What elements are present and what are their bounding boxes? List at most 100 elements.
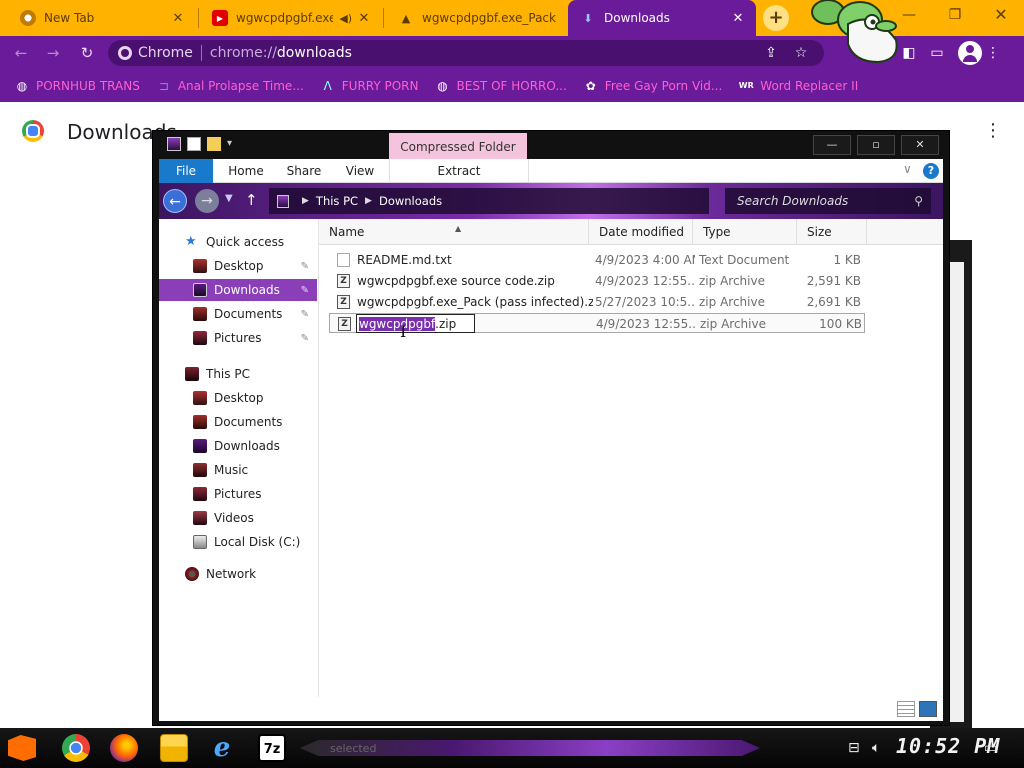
speaker-icon[interactable]: ◀) [339,12,352,25]
table-row[interactable]: README.md.txt 4/9/2023 4:00 AM Text Docu… [329,250,865,270]
nav-pc-documents[interactable]: Documents [159,411,317,433]
nav-pc-videos[interactable]: Videos [159,507,317,529]
large-icons-view-icon[interactable] [919,701,937,717]
forward-arrow-icon[interactable]: → [195,189,219,213]
tab-downloads[interactable]: ⬇ Downloads ✕ [568,0,756,36]
network-tray-icon[interactable]: ⊟ [848,740,860,756]
up-arrow-icon[interactable]: ↑ [245,191,258,209]
chrome-taskbar-icon[interactable] [62,734,90,762]
omnibox[interactable]: Chrome chrome:// downloads [108,40,824,66]
start-button[interactable] [8,735,36,761]
file-date: 4/9/2023 12:55... [596,317,696,331]
properties-icon[interactable] [187,137,201,151]
side-panel-icon[interactable]: ▭ [926,42,948,64]
firefox-taskbar-icon[interactable] [110,734,138,762]
window-close-icon[interactable]: ✕ [901,135,939,155]
new-tab-button[interactable]: + [763,5,789,31]
column-header-date[interactable]: Date modified [589,219,693,245]
column-header-name[interactable]: Name ▲ [319,219,589,245]
tab-view[interactable]: View [335,159,385,183]
recent-locations-icon[interactable]: ▼ [225,193,233,204]
nav-pc-pictures[interactable]: Pictures [159,483,317,505]
pin-icon[interactable]: ✎ [301,261,309,272]
forward-arrow-icon[interactable]: → [42,42,64,64]
chevron-down-icon[interactable]: ∨ [903,162,912,176]
breadcrumb-downloads[interactable]: Downloads [379,194,442,208]
pin-icon[interactable]: ✎ [301,285,309,296]
nav-network[interactable]: Network [159,563,317,585]
table-row[interactable]: Z wgwcpdpgbf.exe_Pack (pass infected).zi… [329,292,865,312]
back-arrow-icon[interactable]: ← [10,42,32,64]
bookmark-item[interactable]: ◍ BEST OF HORRO... [435,78,567,94]
breadcrumb-this-pc[interactable]: This PC [316,194,358,208]
nav-quick-pictures[interactable]: Pictures ✎ [159,327,317,349]
notifications-icon[interactable]: ▭ [984,740,997,756]
profile-avatar[interactable] [958,41,982,65]
details-view-icon[interactable] [897,701,915,717]
bookmark-label: Word Replacer II [760,79,859,93]
file-date: 4/9/2023 12:55... [595,274,695,288]
text-cursor-icon: I [400,322,407,341]
tab-title: New Tab [44,11,95,25]
volume-icon[interactable]: 🔈︎ [872,740,880,756]
help-icon[interactable]: ? [923,163,939,179]
search-icon[interactable]: ⚲ [914,188,923,214]
compressed-folder-tools-tab[interactable]: Compressed Folder Tools [389,133,527,182]
maximize-icon[interactable]: ❐ [932,0,978,30]
close-icon[interactable]: ✕ [730,11,746,26]
bookmark-item[interactable]: Λ FURRY PORN [320,78,419,94]
new-folder-icon[interactable] [207,137,221,151]
ribbon: File Home Share View Extract ∨ ? [159,159,943,183]
tab-share[interactable]: Share [279,159,329,183]
downloads-folder-icon[interactable] [167,137,181,151]
column-header-type[interactable]: Type [693,219,797,245]
rename-input[interactable]: wgwcpdpgbf .zip [356,314,476,333]
close-icon[interactable]: ✕ [170,11,186,26]
bookmark-item[interactable]: ⊐ Anal Prolapse Time... [156,78,304,94]
desktop-folder-icon [193,259,207,273]
bookmark-label: BEST OF HORRO... [456,79,567,93]
nav-pc-downloads[interactable]: Downloads [159,435,317,457]
tab-home[interactable]: Home [221,159,271,183]
minimize-icon[interactable]: — [813,135,851,155]
window-close-icon[interactable]: ✕ [978,0,1024,30]
nav-quick-documents[interactable]: Documents ✎ [159,303,317,325]
bookmark-item[interactable]: ✿ Free Gay Porn Vid... [583,78,723,94]
tab-new-tab[interactable]: New Tab ✕ [8,0,196,36]
menu-kebab-icon[interactable]: ⋮ [982,42,1004,64]
documents-folder-icon [193,307,207,321]
nav-quick-downloads[interactable]: Downloads ✎ [159,279,317,301]
table-row[interactable]: Z wgwcpdpgbf.exe source code.zip 4/9/202… [329,271,865,291]
file-type: zip Archive [699,274,765,288]
chevron-down-icon[interactable]: ▾ [227,137,241,151]
bookmark-item[interactable]: WR Word Replacer II [738,78,858,94]
table-row-renaming[interactable]: Z wgwcpdpgbf .zip I 4/9/2023 12:55... zi… [329,313,865,341]
tab-extract[interactable]: Extract [389,159,529,183]
close-icon[interactable]: ✕ [356,11,372,26]
search-input[interactable]: Search Downloads ⚲ [725,188,931,214]
share-icon[interactable]: ⇪ [760,42,782,64]
column-header-size[interactable]: Size [797,219,867,245]
nav-pc-desktop[interactable]: Desktop [159,387,317,409]
breadcrumb[interactable]: ▶ This PC ▶ Downloads [269,188,709,214]
nav-this-pc[interactable]: This PC [159,363,317,385]
pin-icon[interactable]: ✎ [301,333,309,344]
column-header-filler [867,219,943,245]
tab-file[interactable]: File [159,159,213,183]
nav-pc-music[interactable]: Music [159,459,317,481]
file-type: Text Document [699,253,790,267]
tab-youtube-video[interactable]: ▶ wgwcpdpgbf.exe ◀) ✕ [200,0,382,36]
maximize-icon[interactable]: ▫ [857,135,895,155]
internet-explorer-icon[interactable]: e [208,734,236,762]
file-explorer-taskbar-icon[interactable] [160,734,188,762]
nav-quick-access[interactable]: ★ Quick access [159,231,317,253]
nav-quick-desktop[interactable]: Desktop ✎ [159,255,317,277]
back-arrow-icon[interactable]: ← [163,189,187,213]
tab-pack-page[interactable]: ▲ wgwcpdpgbf.exe_Pack [386,0,568,36]
sevenzip-taskbar-icon[interactable]: 7z [258,734,286,762]
reload-icon[interactable]: ↻ [76,42,98,64]
page-menu-icon[interactable]: ⋮ [984,120,1002,141]
nav-pc-local-disk[interactable]: Local Disk (C:) [159,531,317,553]
bookmark-item[interactable]: ◍ PORNHUB TRANS [14,78,140,94]
pin-icon[interactable]: ✎ [301,309,309,320]
